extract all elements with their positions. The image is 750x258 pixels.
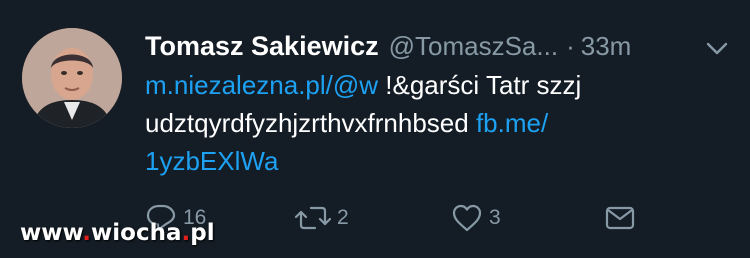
- tweet-text-line-3: 1yzbEXlWa: [145, 142, 735, 180]
- envelope-icon: [605, 205, 635, 231]
- retweet-icon: [295, 203, 331, 233]
- separator: ·: [566, 30, 575, 61]
- tweet-text: m.niezalezna.pl/@w !&garści Tatr szzj ud…: [145, 66, 735, 180]
- timestamp[interactable]: 33m: [581, 31, 632, 62]
- tweet-text-segment-1: !&garści Tatr szzj: [378, 70, 582, 100]
- watermark-dot-1: .: [82, 220, 92, 246]
- watermark-part-wiocha: wiocha: [91, 220, 182, 246]
- watermark: www.wiocha.pl: [20, 220, 215, 246]
- tweet-link-1[interactable]: m.niezalezna.pl/@w: [145, 70, 378, 100]
- tweet: Tomasz Sakiewicz @TomaszSa... · 33m m.ni…: [0, 0, 750, 258]
- retweet-button[interactable]: 2: [295, 200, 349, 236]
- retweet-count: 2: [337, 206, 349, 229]
- tweet-text-segment-2: udztqyrdfyzhjzrthvxfrnhbsed: [145, 108, 476, 138]
- like-count: 3: [489, 206, 501, 229]
- tweet-link-2[interactable]: fb.me/: [476, 108, 548, 138]
- watermark-part-pl: pl: [190, 220, 215, 246]
- watermark-part-www: www: [20, 220, 83, 246]
- tweet-link-3[interactable]: 1yzbEXlWa: [145, 146, 278, 176]
- avatar-portrait: [22, 28, 122, 128]
- watermark-dot-2: .: [181, 220, 191, 246]
- author-name[interactable]: Tomasz Sakiewicz: [145, 31, 379, 62]
- chevron-down-icon[interactable]: [704, 38, 730, 58]
- heart-icon: [451, 203, 483, 233]
- direct-message-button[interactable]: [605, 200, 635, 236]
- like-button[interactable]: 3: [451, 200, 501, 236]
- author-handle[interactable]: @TomaszSa...: [389, 31, 558, 62]
- tweet-text-line-1: m.niezalezna.pl/@w !&garści Tatr szzj: [145, 66, 735, 104]
- avatar[interactable]: [22, 28, 122, 128]
- tweet-header: Tomasz Sakiewicz @TomaszSa... · 33m: [145, 28, 745, 64]
- tweet-actions: 16 2 3: [145, 200, 705, 236]
- tweet-text-line-2: udztqyrdfyzhjzrthvxfrnhbsed fb.me/: [145, 104, 735, 142]
